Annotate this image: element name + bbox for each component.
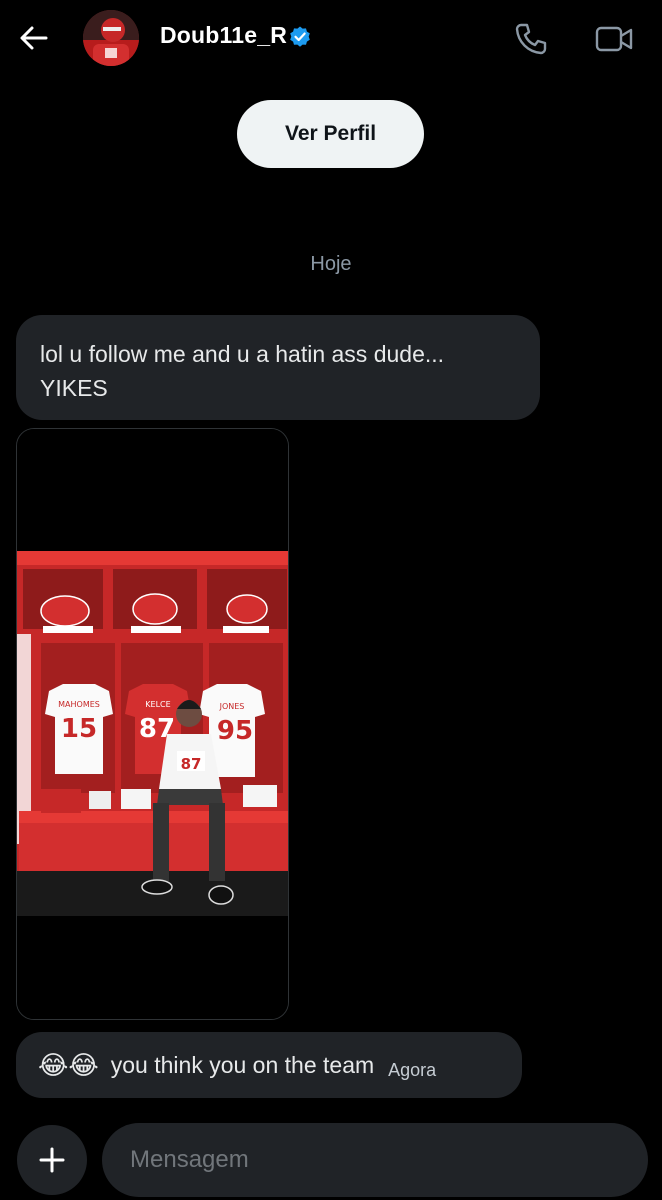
- laughing-emoji: 😂😂: [38, 1049, 99, 1080]
- back-arrow-icon: [20, 26, 48, 50]
- jersey-mahomes: MAHOMES 15: [45, 684, 113, 774]
- day-separator: Hoje: [310, 253, 352, 275]
- locker-room-photo: MAHOMES 15 KELCE 87 JONES 95 87: [17, 429, 288, 1019]
- video-call-button[interactable]: [594, 22, 634, 56]
- phone-icon: [515, 23, 547, 55]
- message-input[interactable]: Mensagem: [102, 1123, 648, 1197]
- message-image[interactable]: MAHOMES 15 KELCE 87 JONES 95 87: [16, 428, 289, 1020]
- chat-username[interactable]: Doub11e_R: [160, 22, 287, 49]
- message-bubble[interactable]: 😂😂 you think you on the team Agora: [16, 1032, 522, 1098]
- plus-icon: [39, 1147, 65, 1173]
- avatar-image: [83, 10, 139, 66]
- avatar[interactable]: [83, 10, 139, 66]
- svg-text:KELCE: KELCE: [145, 700, 170, 709]
- video-icon: [595, 26, 633, 52]
- svg-text:MAHOMES: MAHOMES: [58, 700, 100, 709]
- svg-text:95: 95: [217, 716, 253, 746]
- verified-badge-icon: [288, 25, 312, 49]
- message-text: you think you on the team: [110, 1051, 375, 1078]
- phone-call-button[interactable]: [512, 20, 550, 58]
- message-bubble[interactable]: lol u follow me and u a hatin ass dude..…: [16, 315, 540, 420]
- message-timestamp: Agora: [388, 1059, 437, 1080]
- add-attachment-button[interactable]: [17, 1125, 87, 1195]
- svg-text:JONES: JONES: [219, 702, 245, 711]
- view-profile-button[interactable]: Ver Perfil: [237, 100, 424, 168]
- message-input-placeholder: Mensagem: [130, 1146, 249, 1173]
- message-text: lol u follow me and u a hatin ass dude..…: [40, 341, 445, 401]
- svg-text:15: 15: [61, 714, 97, 744]
- svg-text:87: 87: [181, 755, 202, 773]
- back-button[interactable]: [16, 20, 52, 56]
